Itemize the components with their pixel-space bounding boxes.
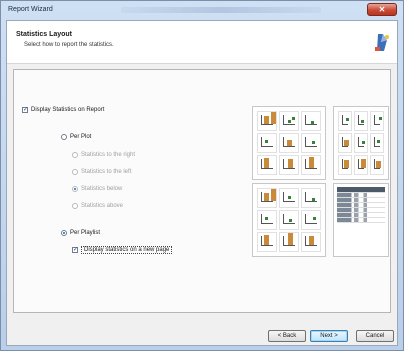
new-page-option[interactable]: ✓ Display statistics on a new page: [72, 246, 173, 254]
per-playlist-option[interactable]: Per Playlist: [61, 230, 100, 236]
stats-below-option[interactable]: Statistics below: [72, 186, 122, 192]
stats-left-radio[interactable]: [72, 169, 78, 175]
stats-below-label: Statistics below: [81, 186, 123, 192]
page-subtitle: Select how to report the statistics.: [24, 42, 114, 48]
per-plot-option[interactable]: Per Plot: [61, 134, 91, 140]
per-playlist-radio[interactable]: [61, 230, 67, 236]
back-button[interactable]: < Back: [268, 330, 306, 342]
per-plot-label: Per Plot: [70, 134, 92, 140]
new-page-label: Display statistics on a new page: [81, 246, 173, 254]
wizard-icon: [375, 34, 389, 51]
cancel-button[interactable]: Cancel: [356, 330, 394, 342]
display-statistics-label: Display Statistics on Report: [31, 107, 105, 113]
wizard-footer: < Back Next > Cancel: [7, 326, 397, 346]
stats-below-radio[interactable]: [72, 186, 78, 192]
new-page-checkbox[interactable]: ✓: [72, 247, 78, 253]
stats-right-label: Statistics to the right: [81, 152, 136, 158]
stats-above-option[interactable]: Statistics above: [72, 203, 123, 209]
preview-per-playlist-plots: [252, 183, 326, 257]
preview-statistics-page: [333, 183, 389, 257]
wizard-client-area: Statistics Layout Select how to report t…: [6, 20, 398, 346]
stats-left-label: Statistics to the left: [81, 169, 132, 175]
window-title: Report Wizard: [8, 6, 53, 13]
per-playlist-label: Per Playlist: [70, 230, 101, 236]
options-panel: ✓ Display Statistics on Report Per Plot …: [13, 69, 391, 313]
stats-right-radio[interactable]: [72, 152, 78, 158]
title-bar-blur: [121, 7, 321, 13]
preview-per-plot-right: [252, 106, 326, 180]
next-button[interactable]: Next >: [310, 330, 348, 342]
page-title: Statistics Layout: [16, 31, 73, 38]
display-statistics-option[interactable]: ✓ Display Statistics on Report: [22, 107, 104, 113]
title-bar: Report Wizard ✕: [1, 1, 403, 19]
stats-above-label: Statistics above: [81, 203, 124, 209]
close-button[interactable]: ✕: [367, 3, 397, 16]
stats-above-radio[interactable]: [72, 203, 78, 209]
display-statistics-checkbox[interactable]: ✓: [22, 107, 28, 113]
preview-per-plot-left: [333, 106, 389, 180]
stats-right-option[interactable]: Statistics to the right: [72, 152, 135, 158]
wizard-header: Statistics Layout Select how to report t…: [7, 21, 397, 64]
stats-left-option[interactable]: Statistics to the left: [72, 169, 131, 175]
report-wizard-window: Report Wizard ✕ Statistics Layout Select…: [0, 0, 404, 351]
per-plot-radio[interactable]: [61, 134, 67, 140]
